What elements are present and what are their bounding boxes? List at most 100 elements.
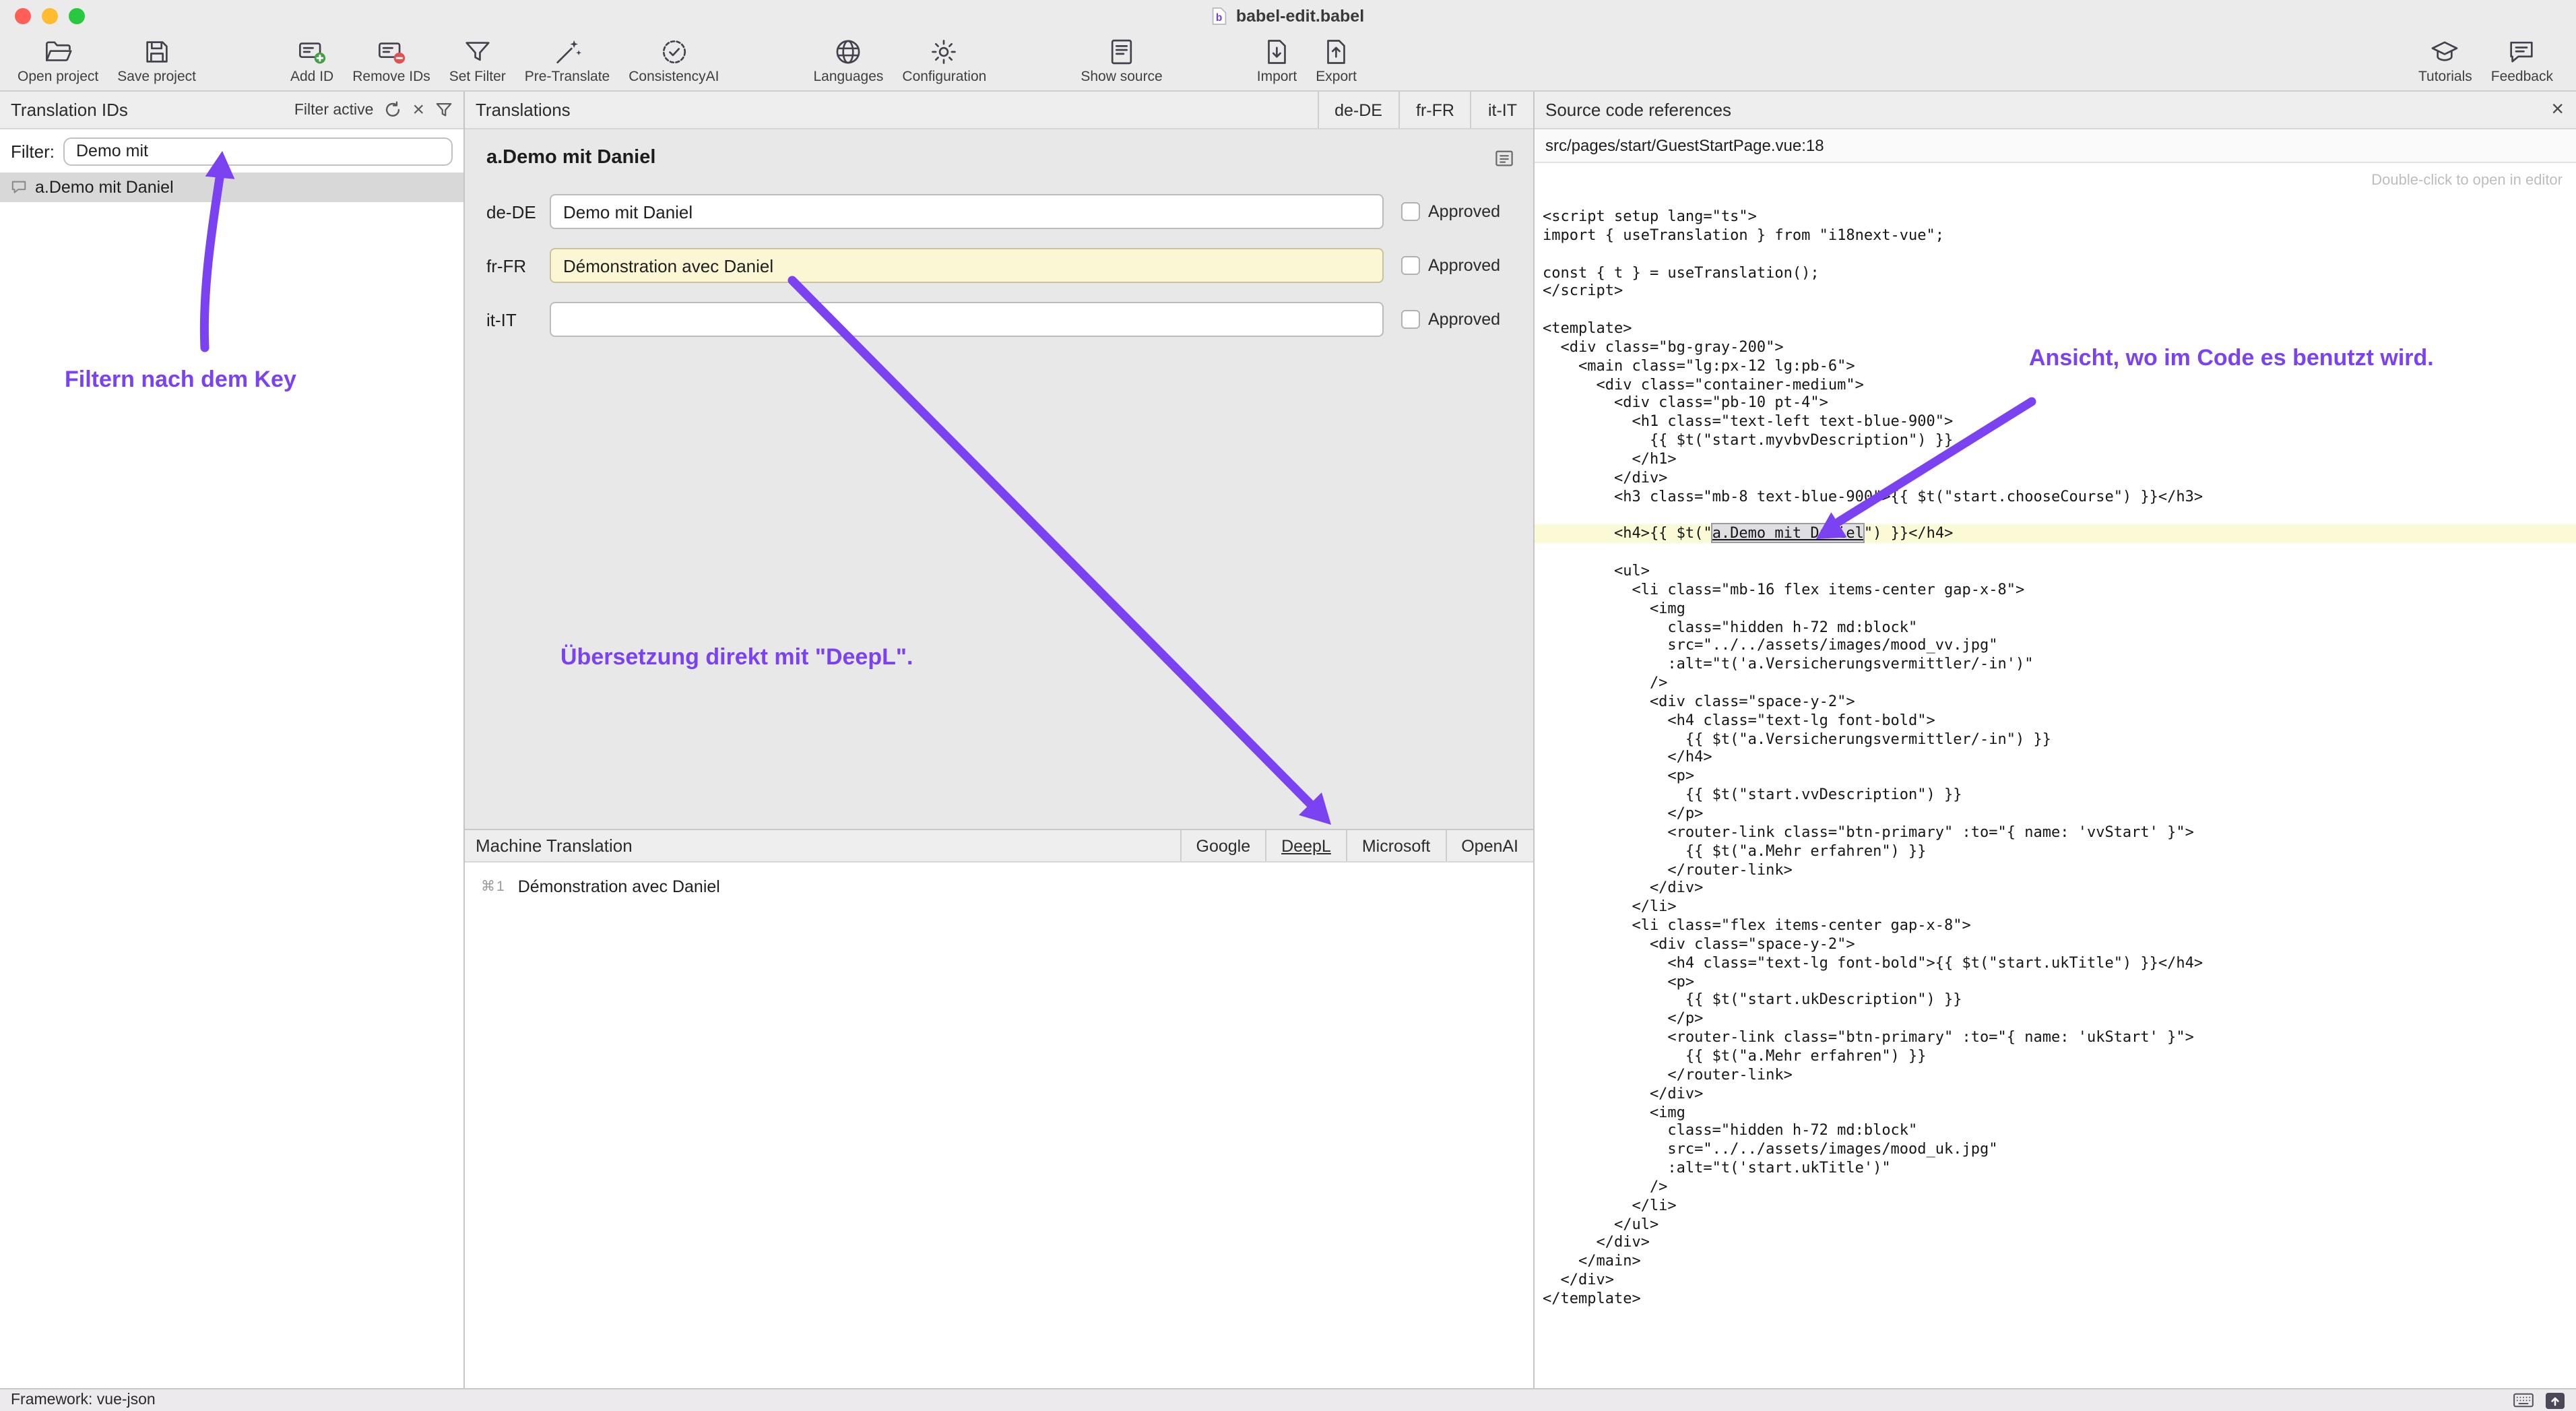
- source-file-reference[interactable]: src/pages/start/GuestStartPage.vue:18: [1535, 129, 2576, 163]
- mt-provider-deepl[interactable]: DeepL: [1265, 830, 1346, 861]
- toolbar-button-set-filter[interactable]: Set Filter: [440, 34, 515, 88]
- toolbar-button-label: Configuration: [902, 69, 986, 85]
- code-line: </p>: [1543, 805, 2576, 823]
- toolbar-button-label: Set Filter: [449, 69, 506, 85]
- toolbar-group: Open project Save project: [8, 34, 205, 88]
- toolbar-button-save-project[interactable]: Save project: [108, 34, 205, 88]
- filter-label: Filter:: [11, 141, 55, 161]
- toolbar-button-label: Import: [1257, 69, 1297, 85]
- code-line: </div>: [1543, 469, 2576, 488]
- close-window-button[interactable]: [15, 8, 31, 24]
- close-panel-icon[interactable]: ×: [2539, 98, 2576, 122]
- approved-checkbox-de-de[interactable]: [1401, 202, 1420, 221]
- statusbar: Framework: vue-json: [0, 1388, 2576, 1411]
- translation-input-it-it[interactable]: [550, 302, 1384, 337]
- remove-ids-icon: [376, 36, 407, 67]
- import-icon: [1262, 36, 1293, 67]
- toolbar-button-consistencyai[interactable]: ConsistencyAI: [619, 34, 728, 88]
- app-icon: b: [1212, 7, 1228, 26]
- code-line: {{ $t("start.ukDescription") }}: [1543, 991, 2576, 1010]
- toolbar-button-show-source[interactable]: Show source: [1071, 34, 1171, 88]
- code-line: [1543, 245, 2576, 263]
- code-line: class="hidden h-72 md:block": [1543, 1122, 2576, 1141]
- toolbar-button-label: ConsistencyAI: [629, 69, 719, 85]
- code-line: </router-link>: [1543, 1066, 2576, 1085]
- language-tab-de-de[interactable]: de-DE: [1317, 92, 1398, 128]
- toolbar-button-configuration[interactable]: Configuration: [893, 34, 996, 88]
- comment-icon[interactable]: [1494, 148, 1514, 168]
- translation-input-de-de[interactable]: [550, 194, 1384, 229]
- code-line: />: [1543, 674, 2576, 693]
- code-line: [1543, 543, 2576, 562]
- toolbar-button-pre-translate[interactable]: Pre-Translate: [515, 34, 619, 88]
- languages-icon: [833, 36, 864, 67]
- code-line: {{ $t("a.Versicherungsvermittler/-in") }…: [1543, 730, 2576, 749]
- code-line: {{ $t("a.Mehr erfahren") }}: [1543, 842, 2576, 860]
- translation-row-de-de: de-DE Approved: [465, 194, 1533, 229]
- language-label: it-IT: [486, 309, 550, 330]
- approved-checkbox-it-it[interactable]: [1401, 310, 1420, 329]
- code-line: <div class="space-y-2">: [1543, 935, 2576, 954]
- mt-result-row[interactable]: ⌘1Démonstration avec Daniel: [465, 872, 1533, 902]
- mt-provider-microsoft[interactable]: Microsoft: [1346, 830, 1445, 861]
- toolbar-button-label: Show source: [1081, 69, 1162, 85]
- highlighted-translation-key[interactable]: a.Demo mit Daniel: [1712, 525, 1864, 542]
- filter-icon[interactable]: [435, 101, 453, 119]
- refresh-filter-icon[interactable]: [384, 101, 401, 119]
- toolbar-button-label: Pre-Translate: [525, 69, 610, 85]
- clear-filter-icon[interactable]: ×: [412, 100, 424, 120]
- toolbar-button-tutorials[interactable]: Tutorials: [2409, 34, 2482, 88]
- code-line: <main class="lg:px-12 lg:pb-6">: [1543, 357, 2576, 376]
- filter-row: Filter:: [0, 129, 463, 173]
- code-line: import { useTranslation } from "i18next-…: [1543, 226, 2576, 245]
- translation-ids-panel: Translation IDs Filter active × Filter: …: [0, 92, 465, 1388]
- source-references-panel: Source code references × src/pages/start…: [1535, 92, 2576, 1388]
- update-icon[interactable]: [2545, 1391, 2565, 1409]
- toolbar-button-export[interactable]: Export: [1306, 34, 1366, 88]
- toolbar-button-feedback[interactable]: Feedback: [2482, 34, 2563, 88]
- show-source-icon: [1106, 36, 1137, 67]
- code-line: <img: [1543, 599, 2576, 618]
- toolbar-button-languages[interactable]: Languages: [804, 34, 893, 88]
- code-line: </div>: [1543, 1271, 2576, 1290]
- translation-rows: de-DE Approved fr-FR Approved it-ITApproved: [465, 194, 1533, 337]
- translation-id-item[interactable]: a.Demo mit Daniel: [0, 173, 463, 202]
- keyboard-icon[interactable]: [2513, 1392, 2534, 1408]
- toolbar-button-open-project[interactable]: Open project: [8, 34, 108, 88]
- code-line: <li class="mb-16 flex items-center gap-x…: [1543, 581, 2576, 600]
- code-line: <div class="space-y-2">: [1543, 693, 2576, 712]
- editor-hint: Double-click to open in editor: [1535, 163, 2576, 189]
- code-line: <li class="flex items-center gap-x-8">: [1543, 916, 2576, 935]
- mt-provider-openai[interactable]: OpenAI: [1445, 830, 1533, 861]
- code-line: <div class="container-medium">: [1543, 375, 2576, 394]
- minimize-window-button[interactable]: [42, 8, 58, 24]
- language-tab-fr-fr[interactable]: fr-FR: [1398, 92, 1471, 128]
- language-tab-it-it[interactable]: it-IT: [1471, 92, 1533, 128]
- code-line: :alt="t('start.ukTitle')": [1543, 1159, 2576, 1178]
- code-line: </h4>: [1543, 749, 2576, 767]
- language-label: de-DE: [486, 201, 550, 222]
- toolbar-button-import[interactable]: Import: [1248, 34, 1307, 88]
- add-id-icon: [296, 36, 327, 67]
- zoom-window-button[interactable]: [69, 8, 85, 24]
- framework-label: Framework: vue-json: [11, 1392, 156, 1408]
- code-line: <router-link class="btn-primary" :to="{ …: [1543, 823, 2576, 842]
- code-line: class="hidden h-72 md:block": [1543, 618, 2576, 637]
- toolbar-group: Show source: [1071, 34, 1171, 88]
- toolbar-button-label: Save project: [117, 69, 196, 85]
- code-line: {{ $t("start.myvbvDescription") }}: [1543, 431, 2576, 450]
- code-line: [1543, 301, 2576, 319]
- language-label: fr-FR: [486, 255, 550, 276]
- code-line: <p>: [1543, 767, 2576, 786]
- toolbar-button-remove-ids[interactable]: Remove IDs: [343, 34, 440, 88]
- toolbar-button-add-id[interactable]: Add ID: [281, 34, 343, 88]
- code-line: </div>: [1543, 879, 2576, 898]
- mt-provider-google[interactable]: Google: [1180, 830, 1266, 861]
- mt-results: ⌘1Démonstration avec Daniel: [465, 863, 1533, 1388]
- translation-input-fr-fr[interactable]: [550, 248, 1384, 283]
- translation-row-it-it: it-ITApproved: [465, 302, 1533, 337]
- approved-checkbox-fr-fr[interactable]: [1401, 256, 1420, 275]
- approved-control: Approved: [1401, 202, 1520, 221]
- filter-input[interactable]: [63, 137, 453, 165]
- consistency-ai-icon: [658, 36, 689, 67]
